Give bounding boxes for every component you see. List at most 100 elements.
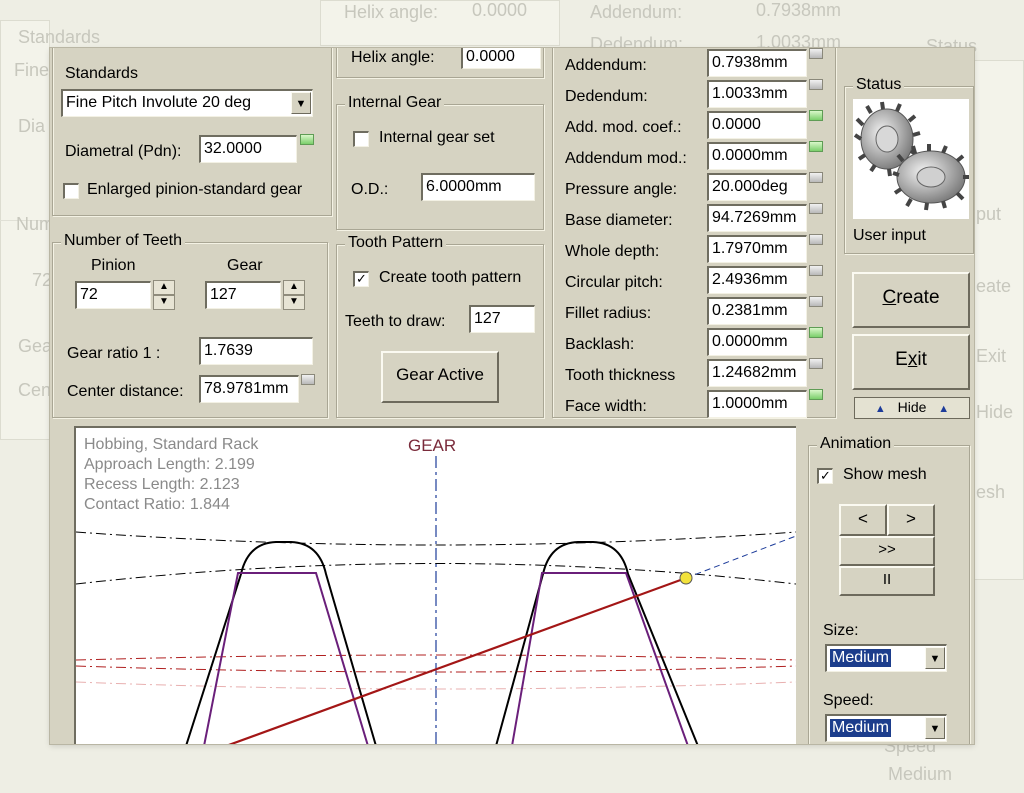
step-back-button[interactable]: <: [839, 504, 887, 536]
pressure-angle-label: Pressure angle:: [565, 181, 678, 198]
gear-down-icon[interactable]: ▼: [283, 295, 305, 310]
pressure-angle-marker-icon[interactable]: [809, 172, 823, 183]
show-mesh-label: Show mesh: [843, 466, 927, 483]
tooth-thickness-input[interactable]: 1.24682mm: [707, 359, 807, 387]
addendum-marker-icon[interactable]: [809, 48, 823, 59]
bg-addendum-value: 0.7938mm: [756, 0, 842, 20]
bg-cen-text: Cen: [18, 380, 52, 400]
line-of-action: [228, 576, 687, 744]
center-distance-input[interactable]: 78.9781mm: [199, 375, 299, 403]
hide-right-arrow-icon: ▲: [938, 403, 950, 415]
addendum-input[interactable]: 0.7938mm: [707, 49, 807, 77]
exit-button-label: Exit: [895, 349, 927, 370]
gear-design-window: Standards Fine Pitch Involute 20 deg ▼ D…: [50, 48, 974, 744]
teeth-to-draw-input[interactable]: 127: [469, 305, 535, 333]
fillet-radius-marker-icon[interactable]: [809, 296, 823, 307]
base-diameter-label: Base diameter:: [565, 212, 673, 229]
bg-dia-text: Dia: [18, 116, 46, 136]
status-title: Status: [853, 76, 905, 94]
od-label: O.D.:: [351, 181, 389, 198]
base-diameter-input[interactable]: 94.7269mm: [707, 204, 807, 232]
gear-up-icon[interactable]: ▲: [283, 280, 305, 295]
pressure-angle-input[interactable]: 20.000deg: [707, 173, 807, 201]
dedendum-label: Dedendum:: [565, 88, 648, 105]
backlash-marker-icon[interactable]: [809, 327, 823, 338]
create-button-label: Create: [882, 287, 940, 308]
face-width-input[interactable]: 1.0000mm: [707, 390, 807, 418]
circular-pitch-input[interactable]: 2.4936mm: [707, 266, 807, 294]
animation-title: Animation: [817, 435, 895, 453]
dedendum-input[interactable]: 1.0033mm: [707, 80, 807, 108]
add-mod-coef-input[interactable]: 0.0000: [707, 111, 807, 139]
diametral-label: Diametral (Pdn):: [65, 143, 182, 160]
add-mod-coef-label: Add. mod. coef.:: [565, 119, 682, 136]
speed-select[interactable]: Medium ▼: [825, 714, 947, 742]
gear-spinner[interactable]: ▲ ▼: [283, 280, 305, 310]
enlarged-label: Enlarged pinion-standard gear: [87, 181, 303, 198]
gear-active-button[interactable]: Gear Active: [381, 351, 499, 403]
fillet-radius-input[interactable]: 0.2381mm: [707, 297, 807, 325]
pinion-teeth-input[interactable]: 72: [75, 281, 151, 309]
standards-select[interactable]: Fine Pitch Involute 20 deg ▼: [61, 89, 313, 117]
internal-gear-checkbox[interactable]: [353, 131, 369, 147]
bg-medium-text: Medium: [888, 764, 953, 784]
hide-button[interactable]: ▲ Hide ▲: [854, 397, 970, 419]
addendum-mod-input[interactable]: 0.0000mm: [707, 142, 807, 170]
diametral-input[interactable]: 32.0000: [199, 135, 297, 163]
addendum-mod-label: Addendum mod.:: [565, 150, 687, 167]
bevel-gears-icon: [853, 101, 969, 211]
create-tooth-pattern-checkbox[interactable]: ✓: [353, 271, 369, 287]
bg-standards-label: Standards: [18, 27, 101, 47]
parameters-group: Addendum: 0.7938mm Dedendum: 1.0033mm Add. m…: [552, 48, 836, 418]
line-of-action-extension: [685, 535, 796, 579]
gear-teeth-input[interactable]: 127: [205, 281, 281, 309]
standards-group: Standards Fine Pitch Involute 20 deg ▼ D…: [52, 48, 332, 216]
status-group: Status User input: [844, 76, 974, 254]
enlarged-checkbox[interactable]: [63, 183, 79, 199]
bg-gea-text: Gea: [18, 336, 53, 356]
whole-depth-marker-icon[interactable]: [809, 234, 823, 245]
internal-gear-group: Internal Gear Internal gear set O.D.: 6.…: [336, 94, 544, 230]
pinion-up-icon[interactable]: ▲: [153, 280, 175, 295]
fillet-radius-label: Fillet radius:: [565, 305, 652, 322]
show-mesh-checkbox[interactable]: ✓: [817, 468, 833, 484]
gear-mesh-plot[interactable]: Hobbing, Standard Rack Approach Length: …: [74, 426, 796, 744]
helix-angle-input[interactable]: 0.0000: [461, 48, 541, 69]
helix-angle-label: Helix angle:: [351, 49, 435, 66]
center-distance-marker-icon[interactable]: [301, 374, 315, 385]
dedendum-marker-icon[interactable]: [809, 79, 823, 90]
size-dropdown-icon[interactable]: ▼: [925, 647, 945, 669]
face-width-marker-icon[interactable]: [809, 389, 823, 400]
bg-helix-angle-label: Helix angle:: [344, 2, 439, 22]
tooth-pattern-title: Tooth Pattern: [345, 234, 447, 252]
hide-left-arrow-icon: ▲: [874, 403, 886, 415]
circular-pitch-marker-icon[interactable]: [809, 265, 823, 276]
step-forward-button[interactable]: >: [887, 504, 935, 536]
od-input[interactable]: 6.0000mm: [421, 173, 535, 201]
tooth-thickness-marker-icon[interactable]: [809, 358, 823, 369]
bg-mesh-text: esh: [976, 482, 1006, 502]
gear-status-image: [853, 99, 969, 219]
backlash-input[interactable]: 0.0000mm: [707, 328, 807, 356]
gear-ratio-label: Gear ratio 1 :: [67, 345, 161, 362]
base-diameter-marker-icon[interactable]: [809, 203, 823, 214]
fast-forward-button[interactable]: >>: [839, 536, 935, 566]
pause-button[interactable]: II: [839, 566, 935, 596]
diametral-marker-icon[interactable]: [300, 134, 314, 145]
bg-num-text: Num: [16, 214, 55, 234]
exit-button[interactable]: Exit: [852, 334, 970, 390]
add-mod-coef-marker-icon[interactable]: [809, 110, 823, 121]
contact-point-marker: [679, 571, 693, 585]
pinion-down-icon[interactable]: ▼: [153, 295, 175, 310]
bg-input-text: put: [976, 204, 1002, 224]
size-label: Size:: [823, 622, 859, 639]
create-button[interactable]: Create: [852, 272, 970, 328]
standards-dropdown-icon[interactable]: ▼: [291, 92, 311, 114]
whole-depth-input[interactable]: 1.7970mm: [707, 235, 807, 263]
gear-ratio-input[interactable]: 1.7639: [199, 337, 313, 365]
tooth-pattern-group: Tooth Pattern ✓ Create tooth pattern Tee…: [336, 234, 544, 418]
speed-dropdown-icon[interactable]: ▼: [925, 717, 945, 739]
size-select[interactable]: Medium ▼: [825, 644, 947, 672]
addendum-mod-marker-icon[interactable]: [809, 141, 823, 152]
pinion-spinner[interactable]: ▲ ▼: [153, 280, 175, 310]
